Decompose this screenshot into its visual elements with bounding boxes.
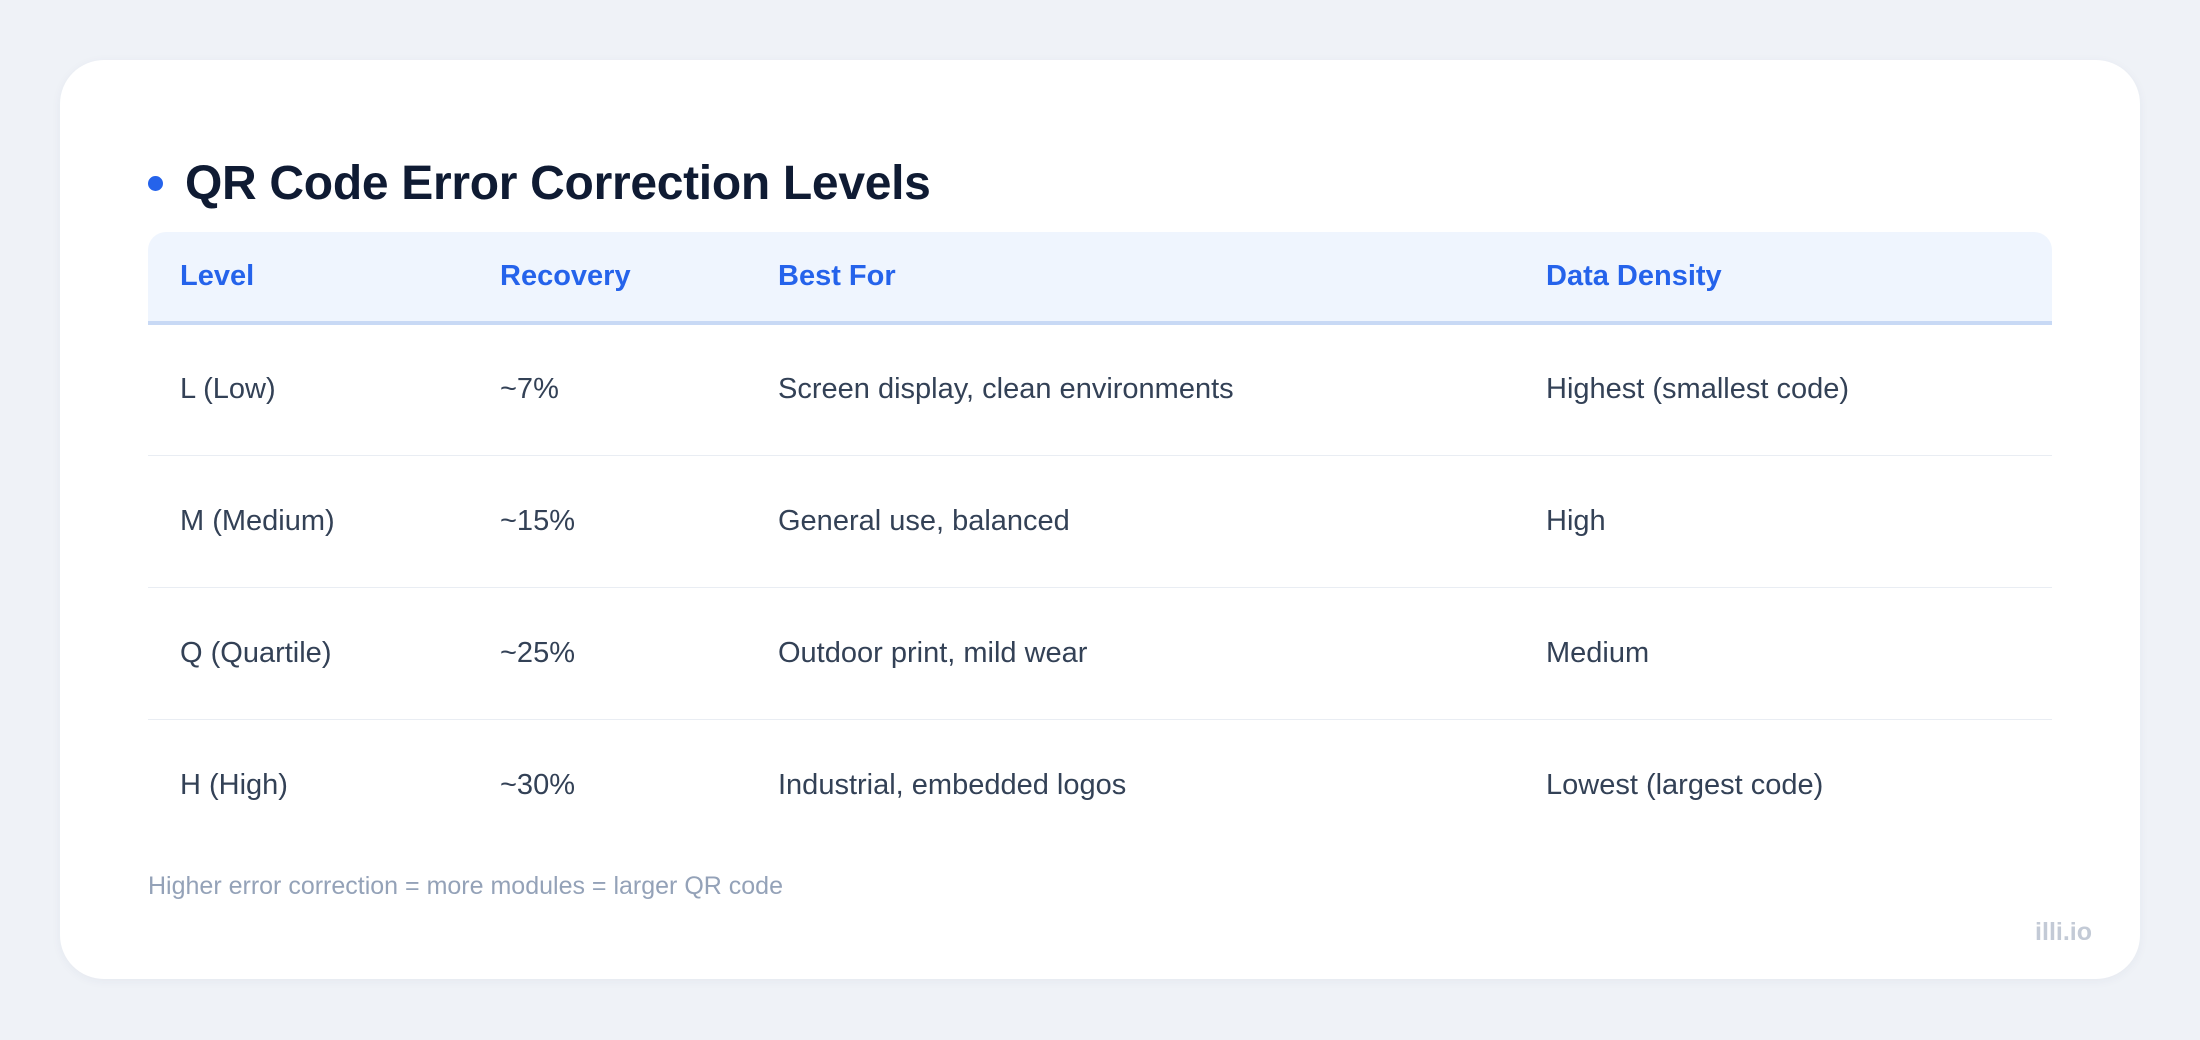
column-header-recovery: Recovery bbox=[468, 232, 746, 325]
bullet-dot-icon bbox=[148, 175, 163, 191]
cell-data-density: High bbox=[1514, 455, 2052, 588]
cell-data-density: Highest (smallest code) bbox=[1514, 323, 2052, 456]
cell-data-density: Lowest (largest code) bbox=[1546, 768, 1824, 801]
cell-recovery: ~25% bbox=[468, 587, 746, 720]
column-header-best-for: Best For bbox=[746, 232, 1514, 325]
table-row: Q (Quartile) ~25% Outdoor print, mild we… bbox=[148, 587, 2052, 720]
cell-best-for: Industrial, embedded logos bbox=[778, 768, 1127, 801]
cell-recovery: ~15% bbox=[468, 455, 746, 588]
cell-level: M (Medium) bbox=[148, 455, 468, 588]
cell-data-density: Medium bbox=[1514, 587, 2052, 720]
cell-level: Q (Quartile) bbox=[148, 587, 468, 720]
cell-best-for: General use, balanced bbox=[746, 455, 1514, 588]
error-correction-table: Level Recovery Best For Data Density L (… bbox=[148, 232, 2052, 851]
cell-recovery: ~30% bbox=[500, 768, 575, 801]
column-header-data-density: Data Density bbox=[1514, 232, 2052, 325]
table-header-row: Level Recovery Best For Data Density bbox=[148, 232, 2052, 325]
page-title: QR Code Error Correction Levels bbox=[185, 156, 931, 210]
cell-level: L (Low) bbox=[148, 323, 468, 456]
cell-best-for: Outdoor print, mild wear bbox=[746, 587, 1514, 720]
brand-watermark: illi.io bbox=[2035, 918, 2092, 946]
title-row: QR Code Error Correction Levels bbox=[148, 138, 931, 228]
table-row: M (Medium) ~15% General use, balanced Hi… bbox=[148, 455, 2052, 588]
content-card: QR Code Error Correction Levels Level Re… bbox=[60, 60, 2140, 979]
table-row: L (Low) ~7% Screen display, clean enviro… bbox=[148, 323, 2052, 456]
footnote: Higher error correction = more modules =… bbox=[148, 872, 783, 900]
table-row: H (High) ~30% Industrial, embedded logos… bbox=[148, 719, 2052, 851]
cell-best-for: Screen display, clean environments bbox=[746, 323, 1514, 456]
cell-recovery: ~7% bbox=[468, 323, 746, 456]
table-container: Level Recovery Best For Data Density L (… bbox=[148, 232, 2052, 851]
column-header-level: Level bbox=[148, 232, 468, 325]
cell-level: H (High) bbox=[180, 768, 288, 801]
